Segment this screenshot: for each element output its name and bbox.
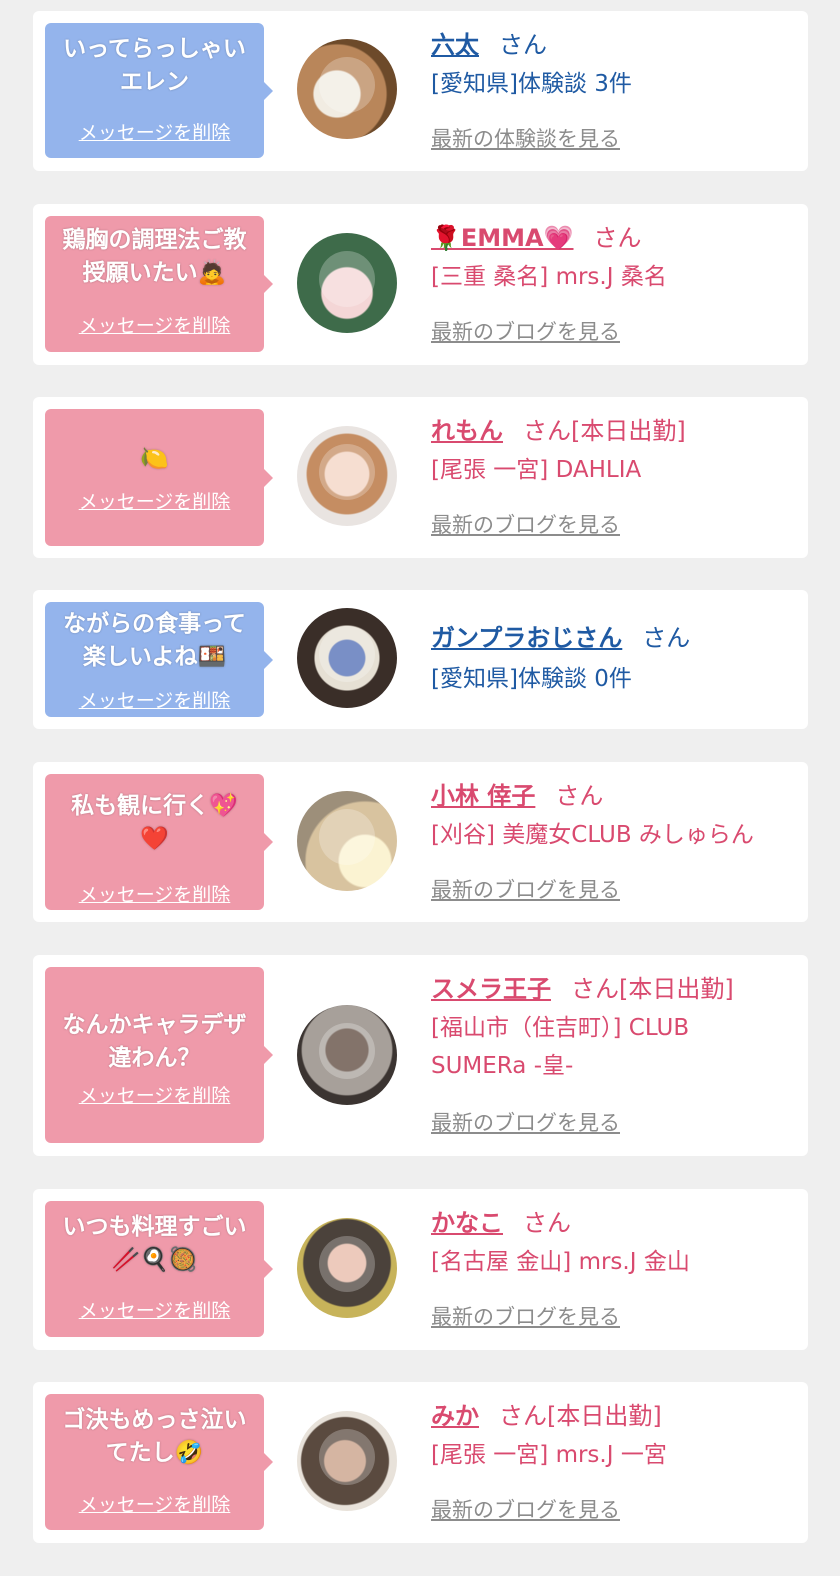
profile-info: 🌹EMMA💗 さん [三重 桑名] mrs.J 桑名最新のブログを見る xyxy=(431,204,803,365)
honorific-label: さん xyxy=(593,224,642,252)
profile-name-link[interactable]: 六太 xyxy=(431,31,479,59)
honorific-label: さん xyxy=(523,1209,571,1237)
profile-info: ガンプラおじさん さん [愛知県]体験談 0件 xyxy=(431,590,803,729)
message-text: いつも料理すごい 🥢🍳🥘 xyxy=(62,1214,247,1273)
honorific-label: さん[本日出勤] xyxy=(571,975,734,1003)
message-text: ながらの食事って 楽しいよね🍱 xyxy=(63,611,246,670)
message-bubble: ながらの食事って 楽しいよね🍱 メッセージを削除 xyxy=(45,602,273,717)
shop-info: [愛知県]体験談 3件 xyxy=(431,71,632,97)
message-card: なんかキャラデザ 違わん？ メッセージを削除 スメラ王子 さん[本日出勤] [福山市（住吉… xyxy=(33,955,808,1156)
latest-blog-link[interactable]: 最新のブログを見る xyxy=(431,1107,620,1137)
honorific-label: さん[本日出勤] xyxy=(499,1402,662,1430)
message-bubble: なんかキャラデザ 違わん？ メッセージを削除 xyxy=(45,967,273,1143)
honorific-label: さん xyxy=(555,782,604,810)
honorific-label: さん[本日出勤] xyxy=(523,417,686,445)
message-bubble: 鶏胸の調理法ご教 授願いたい🙇 メッセージを削除 xyxy=(45,216,273,352)
latest-blog-link[interactable]: 最新のブログを見る xyxy=(431,509,620,539)
latest-blog-link[interactable]: 最新のブログを見る xyxy=(431,874,620,904)
delete-message-link[interactable]: メッセージを削除 xyxy=(45,880,264,907)
delete-message-link[interactable]: メッセージを削除 xyxy=(45,1296,264,1323)
profile-info: 六太 さん [愛知県]体験談 3件最新の体験談を見る xyxy=(431,11,803,171)
profile-name-link[interactable]: ガンプラおじさん xyxy=(431,624,622,652)
message-bubble: いつも料理すごい 🥢🍳🥘 メッセージを削除 xyxy=(45,1201,273,1337)
delete-message-link[interactable]: メッセージを削除 xyxy=(45,1081,264,1108)
honorific-label: さん xyxy=(642,624,691,652)
costume-man-avatar[interactable] xyxy=(297,1005,397,1105)
profile-name-link[interactable]: スメラ王子 xyxy=(431,975,551,1003)
delete-message-link[interactable]: メッセージを削除 xyxy=(45,311,264,338)
profile-name-link[interactable]: 🌹EMMA💗 xyxy=(431,224,574,252)
latest-blog-link[interactable]: 最新のブログを見る xyxy=(431,1301,620,1331)
shop-info: [刈谷] 美魔女CLUB みしゅらん xyxy=(431,822,754,848)
delete-message-link[interactable]: メッセージを削除 xyxy=(45,487,264,514)
message-card: いつも料理すごい 🥢🍳🥘 メッセージを削除 かなこ さん [名古屋 金山] mrs.J 金… xyxy=(33,1189,808,1350)
shop-info: [福山市（住吉町）] CLUB SUMERa -皇- xyxy=(431,1015,690,1079)
message-bubble: ゴ決もめっさ泣い てたし🤣 メッセージを削除 xyxy=(45,1394,273,1530)
shop-info: [三重 桑名] mrs.J 桑名 xyxy=(431,264,667,290)
robot-model-avatar[interactable] xyxy=(297,608,397,708)
shop-info: [尾張 一宮] mrs.J 一宮 xyxy=(431,1442,667,1468)
message-card: 🍋 メッセージを削除 れもん さん[本日出勤] [尾張 一宮] DAHLIA 最新のブログ… xyxy=(33,397,808,558)
latest-blog-link[interactable]: 最新のブログを見る xyxy=(431,1494,620,1524)
message-text: 鶏胸の調理法ご教 授願いたい🙇 xyxy=(62,227,247,286)
shop-info: [愛知県]体験談 0件 xyxy=(431,666,632,692)
message-card: ゴ決もめっさ泣い てたし🤣 メッセージを削除 みか さん[本日出勤] [尾張 一宮] mr… xyxy=(33,1382,808,1543)
profile-name-link[interactable]: かなこ xyxy=(431,1209,503,1237)
profile-info: 小林 倖子 さん [刈谷] 美魔女CLUB みしゅらん最新のブログを見る xyxy=(431,762,803,922)
shop-info: [尾張 一宮] DAHLIA xyxy=(431,457,642,483)
message-text: 私も観に行く💖 ❤️ xyxy=(71,793,238,852)
message-text: なんかキャラデザ 違わん？ xyxy=(62,1012,247,1071)
profile-name-link[interactable]: れもん xyxy=(431,417,503,445)
profile-name-link[interactable]: みか xyxy=(431,1402,479,1430)
delete-message-link[interactable]: メッセージを削除 xyxy=(45,1490,264,1517)
message-text: 🍋 xyxy=(140,446,169,472)
latest-review-link[interactable]: 最新の体験談を見る xyxy=(431,123,620,153)
message-card: 私も観に行く💖 ❤️ メッセージを削除 小林 倖子 さん [刈谷] 美魔女CLUB みしゅ… xyxy=(33,762,808,922)
delete-message-link[interactable]: メッセージを削除 xyxy=(45,118,264,145)
honorific-label: さん xyxy=(499,31,547,59)
latest-blog-link[interactable]: 最新のブログを見る xyxy=(431,316,620,346)
profile-info: れもん さん[本日出勤] [尾張 一宮] DAHLIA 最新のブログを見る xyxy=(431,397,803,558)
message-card: いってらっしゃい エレンメッセージを削除 六太 さん [愛知県]体験談 3件最新の体験談… xyxy=(33,11,808,171)
message-text: ゴ決もめっさ泣い てたし🤣 xyxy=(62,1407,247,1466)
message-card: ながらの食事って 楽しいよね🍱 メッセージを削除 ガンプラおじさん さん [愛知県]体験談… xyxy=(33,590,808,729)
message-text: いってらっしゃい エレン xyxy=(63,36,246,95)
flower-face-avatar[interactable] xyxy=(297,791,397,891)
woman-cat-avatar[interactable] xyxy=(297,1411,397,1511)
message-bubble: 🍋 メッセージを削除 xyxy=(45,409,273,546)
profile-info: みか さん[本日出勤] [尾張 一宮] mrs.J 一宮最新のブログを見る xyxy=(431,1382,803,1543)
message-bubble: いってらっしゃい エレンメッセージを削除 xyxy=(45,23,273,158)
girl-selfie-avatar[interactable] xyxy=(297,233,397,333)
shop-info: [名古屋 金山] mrs.J 金山 xyxy=(431,1249,690,1275)
profile-info: かなこ さん [名古屋 金山] mrs.J 金山最新のブログを見る xyxy=(431,1189,803,1350)
message-card: 鶏胸の調理法ご教 授願いたい🙇 メッセージを削除 🌹EMMA💗 さん [三重 桑名] mr… xyxy=(33,204,808,365)
girl-portrait-avatar[interactable] xyxy=(297,426,397,526)
woman-dress-avatar[interactable] xyxy=(297,1218,397,1318)
profile-name-link[interactable]: 小林 倖子 xyxy=(431,782,535,810)
delete-message-link[interactable]: メッセージを削除 xyxy=(45,686,264,713)
profile-info: スメラ王子 さん[本日出勤] [福山市（住吉町）] CLUB SUMERa -皇- 最新… xyxy=(431,955,803,1156)
plate-food-avatar[interactable] xyxy=(297,39,397,139)
message-list: いってらっしゃい エレン メッセージを削除 六太 さん [愛知県]体験談 3件 最新の体験談… xyxy=(0,0,840,1576)
message-bubble: 私も観に行く💖 ❤️ メッセージを削除 xyxy=(45,774,273,910)
